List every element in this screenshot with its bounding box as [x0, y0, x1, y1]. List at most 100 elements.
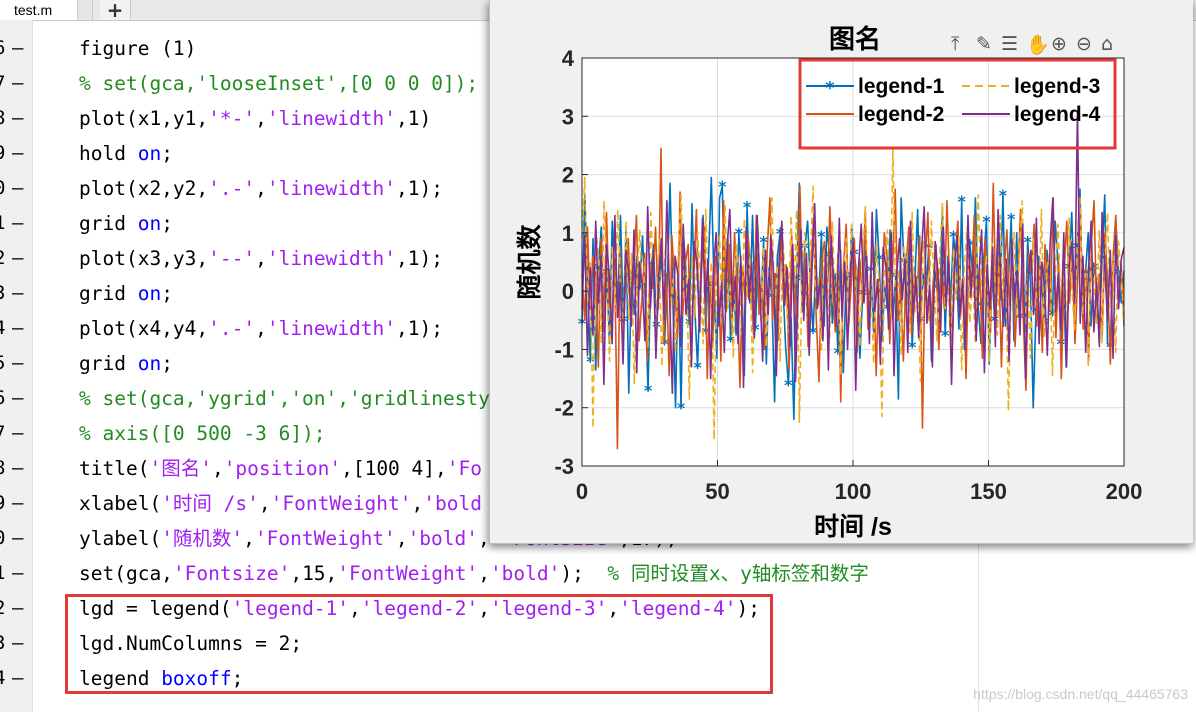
- series-marker-legend-1: *: [735, 224, 744, 243]
- code-token: ;: [161, 352, 173, 375]
- line-number: 3: [0, 626, 8, 661]
- y-tick-label: 2: [562, 163, 574, 188]
- line-number: 1: [0, 556, 8, 591]
- breakpoint-marker[interactable]: —: [12, 206, 23, 241]
- code-token: ,: [478, 562, 490, 585]
- code-token: ;: [161, 142, 173, 165]
- watermark: https://blog.csdn.net/qq_44465763: [973, 686, 1188, 702]
- x-tick-label: 200: [1106, 479, 1143, 504]
- code-token: % set(gca,'ygrid','on','gridlinesty: [79, 387, 490, 410]
- x-tick-label: 150: [970, 479, 1007, 504]
- breakpoint-marker[interactable]: —: [12, 101, 23, 136]
- code-token: 'bold: [423, 492, 482, 515]
- breakpoint-marker[interactable]: —: [12, 311, 23, 346]
- figure-window[interactable]: * * * * * * * * * * * * * * * * * * * * * * * * * * * * * * * * * * * * * * * *…: [489, 0, 1193, 544]
- breakpoint-marker[interactable]: —: [12, 451, 23, 486]
- data-tips-icon[interactable]: ☰: [1001, 33, 1018, 55]
- breakpoint-marker[interactable]: —: [12, 661, 23, 696]
- tab-close-icon[interactable]: [77, 0, 92, 20]
- code-token: ;: [161, 212, 173, 235]
- code-text: plot(x3,y3,'--','linewidth',1);: [79, 241, 443, 276]
- code-token: '随机数': [161, 527, 244, 550]
- breakpoint-marker[interactable]: —: [12, 556, 23, 591]
- home-icon[interactable]: ⌂: [1101, 33, 1113, 55]
- y-tick-label: -2: [554, 396, 574, 421]
- line-number: 6: [0, 31, 8, 66]
- breakpoint-marker[interactable]: —: [12, 416, 23, 451]
- code-text: title('图名','position',[100 4],'Fo: [79, 451, 482, 486]
- code-line[interactable]: 1— set(gca,'Fontsize',15,'FontWeight','bo…: [0, 556, 1196, 591]
- code-token: 'position': [223, 457, 342, 480]
- code-token: 'bold': [489, 562, 561, 585]
- breakpoint-marker[interactable]: —: [12, 346, 23, 381]
- line-number: 4: [0, 311, 8, 346]
- pan-icon[interactable]: ✋: [1026, 33, 1050, 56]
- line-number: 7: [0, 416, 8, 451]
- zoom-in-icon[interactable]: ⊕: [1051, 33, 1067, 55]
- breakpoint-marker[interactable]: —: [12, 276, 23, 311]
- code-token: 'FontWeight': [337, 562, 479, 585]
- code-token: set(gca,: [79, 562, 173, 585]
- breakpoint-marker[interactable]: —: [12, 171, 23, 206]
- series-marker-legend-1: *: [743, 198, 752, 217]
- breakpoint-marker[interactable]: —: [12, 486, 23, 521]
- code-token: ,: [258, 492, 271, 515]
- y-tick-label: 1: [562, 221, 574, 246]
- code-token: ,15,: [290, 562, 338, 585]
- y-tick-label: 3: [562, 104, 574, 129]
- code-token: ylabel(: [79, 527, 162, 550]
- tab-test-m[interactable]: test.m: [0, 0, 93, 20]
- series-marker-legend-1: *: [784, 375, 793, 394]
- code-token: hold: [79, 142, 138, 165]
- code-token: ,: [243, 527, 255, 550]
- brush-icon[interactable]: ✎: [976, 33, 992, 55]
- code-token: ;: [161, 282, 173, 305]
- add-tab-button[interactable]: +: [100, 0, 131, 20]
- code-token: 'linewidth': [266, 247, 396, 270]
- breakpoint-marker[interactable]: —: [12, 381, 23, 416]
- breakpoint-marker[interactable]: —: [12, 136, 23, 171]
- axes[interactable]: *** *************************************…: [515, 24, 1142, 541]
- code-token: on: [137, 142, 162, 165]
- legend-label-legend-1: legend-1: [858, 75, 945, 98]
- series-marker-legend-1: *: [693, 358, 702, 377]
- line-number: 1: [0, 206, 8, 241]
- code-token: 'FontWeight': [270, 492, 412, 515]
- line-number: 6: [0, 381, 8, 416]
- code-text: hold on;: [79, 136, 173, 171]
- breakpoint-marker[interactable]: —: [12, 626, 23, 661]
- x-tick-label: 100: [835, 479, 872, 504]
- code-token: '--': [208, 247, 256, 270]
- code-text: xlabel('时间 /s','FontWeight','bold: [79, 486, 482, 521]
- code-text: grid on;: [79, 276, 173, 311]
- y-tick-label: 4: [562, 46, 575, 71]
- code-token: 'Fo: [446, 457, 482, 480]
- code-token: ,: [255, 107, 267, 130]
- line-number: 0: [0, 171, 8, 206]
- code-token: figure (1): [79, 37, 197, 60]
- code-text: plot(x1,y1,'*-','linewidth',1): [79, 101, 431, 136]
- code-token: '时间 /s': [161, 492, 259, 515]
- breakpoint-marker[interactable]: —: [12, 66, 23, 101]
- export-icon[interactable]: ⤒: [951, 33, 959, 55]
- breakpoint-marker[interactable]: —: [12, 241, 23, 276]
- code-text: plot(x2,y2,'.-','linewidth',1);: [79, 171, 443, 206]
- code-token: 'linewidth': [266, 317, 396, 340]
- code-token: ,: [255, 177, 267, 200]
- x-tick-label: 0: [576, 479, 588, 504]
- code-token: plot(x2,y2,: [79, 177, 209, 200]
- breakpoint-marker[interactable]: —: [12, 31, 23, 66]
- chart-title: 图名: [829, 24, 881, 55]
- legend-label-legend-3: legend-3: [1014, 75, 1100, 98]
- breakpoint-marker[interactable]: —: [12, 591, 23, 626]
- series-marker-legend-1: *: [644, 381, 653, 400]
- code-text: figure (1): [79, 31, 196, 66]
- series-marker-legend-1: *: [999, 186, 1008, 205]
- line-number: 0: [0, 521, 8, 556]
- code-text: grid on;: [79, 346, 173, 381]
- series-marker-legend-1: *: [908, 338, 917, 357]
- zoom-out-icon[interactable]: ⊖: [1076, 33, 1092, 55]
- breakpoint-marker[interactable]: —: [12, 521, 23, 556]
- code-token: % 同时设置x、y轴标签和数字: [607, 562, 869, 585]
- code-token: '.-': [208, 177, 256, 200]
